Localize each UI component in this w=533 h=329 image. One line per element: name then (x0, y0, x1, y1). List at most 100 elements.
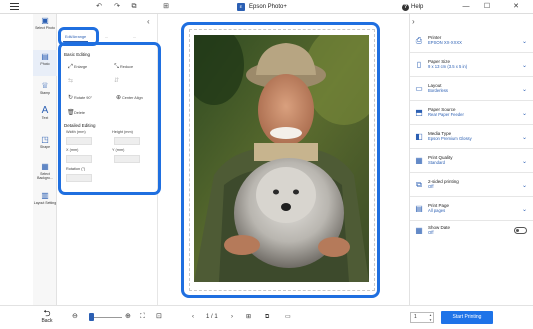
trash-icon: 🗑 (67, 110, 75, 116)
rail-label: Text (41, 116, 49, 120)
rail-photo[interactable]: ▤ Photo (33, 50, 57, 76)
delete-button[interactable]: 🗑Delete (67, 110, 85, 116)
setting-value: 9 x 13 cm (3.5 x 5 in) (428, 64, 468, 69)
duplex-icon: ⧉ (416, 180, 422, 189)
rotation-field[interactable] (66, 174, 92, 182)
rotate-label: Rotate 90° (74, 96, 92, 100)
flip-button[interactable]: ⇆ (67, 78, 74, 84)
tab-third[interactable]: ... (131, 33, 138, 42)
menu-icon[interactable] (10, 3, 19, 10)
rotate-button[interactable]: ↻Rotate 90° (67, 95, 92, 101)
collapse-panel-icon[interactable]: ‹ (147, 17, 150, 26)
add-page-icon[interactable]: ⊞ (246, 313, 251, 321)
paper-size-icon: ▯ (416, 60, 422, 69)
delete-page-icon[interactable]: ▭ (285, 313, 291, 321)
layout-icon: ▥ (41, 191, 49, 200)
x-label: X (mm) (66, 148, 79, 152)
chevron-down-icon: ⌄ (521, 39, 527, 45)
x-field[interactable] (66, 155, 92, 163)
delete-label: Delete (74, 111, 85, 115)
setting-value: Off (428, 230, 434, 235)
close-button[interactable]: ✕ (511, 2, 521, 12)
setting-2-sided[interactable]: ⧉ 2-sided printing Off ⌄ (410, 173, 533, 197)
actual-size-icon[interactable]: ⊡ (156, 313, 162, 321)
stamp-icon: ♕ (41, 81, 49, 90)
prev-page-icon[interactable]: ‹ (192, 313, 194, 321)
rail-label: Layout Setting (33, 201, 57, 205)
print-page-icon: ▤ (415, 204, 423, 213)
chevron-down-icon: ⌄ (521, 87, 527, 93)
reduce-label: Reduce (120, 65, 134, 69)
page-indicator: 1 / 1 (206, 314, 218, 320)
chevron-down-icon: ⌄ (521, 183, 527, 189)
zoom-slider[interactable] (92, 317, 122, 318)
undo-icon[interactable]: ↶ (95, 3, 103, 11)
layout-icon: ▭ (415, 84, 423, 93)
zoom-out-icon[interactable]: ⊖ (72, 313, 78, 321)
shape-icon: ◳ (41, 135, 49, 144)
rail-text[interactable]: A Text (33, 105, 57, 121)
chevron-down-icon: ⌄ (521, 207, 527, 213)
rail-layout[interactable]: ▥ Layout Setting (33, 191, 57, 205)
reduce-button[interactable]: ⤡Reduce (113, 64, 133, 70)
rail-label: Select Backgro... (37, 172, 53, 180)
minimize-button[interactable]: — (461, 2, 471, 12)
printer-icon: ⎙ (415, 36, 423, 45)
setting-print-page[interactable]: ▤ Print Page All pages ⌄ (410, 197, 533, 221)
zoom-in-icon[interactable]: ⊕ (125, 313, 131, 321)
help-button[interactable]: ? Help (402, 3, 423, 11)
collapse-settings-icon[interactable]: › (412, 17, 415, 26)
text-icon: A (41, 105, 49, 116)
show-date-toggle[interactable] (514, 227, 527, 234)
copy-icon[interactable]: ⧉ (130, 3, 138, 11)
enlarge-button[interactable]: ⤢Enlarge (67, 64, 87, 70)
background-icon: ▦ (41, 162, 49, 171)
setting-printer[interactable]: ⎙ Printer EPSON XX-XXXX ⌄ (410, 29, 533, 53)
copies-spinner-icon[interactable]: ▲ ▼ (429, 313, 432, 322)
height-field[interactable] (114, 137, 140, 145)
basic-editing-title: Basic Editing (64, 52, 91, 57)
back-arrow-icon: ⮌ (43, 308, 51, 318)
rail-shape[interactable]: ◳ Shape (33, 135, 57, 149)
rail-select-photo[interactable]: ▣ Select Photo (33, 16, 57, 30)
redo-icon[interactable]: ↷ (113, 3, 121, 11)
setting-value: Off (428, 184, 434, 189)
y-field[interactable] (114, 155, 140, 163)
maximize-button[interactable]: ☐ (482, 2, 492, 12)
photo-select-icon: ▣ (41, 16, 49, 25)
back-button[interactable]: ⮌ Back (38, 308, 56, 324)
photo-icon: ▤ (41, 52, 49, 61)
rail-background[interactable]: ▦ Select Backgro... (33, 162, 57, 180)
setting-paper-size[interactable]: ▯ Paper Size 9 x 13 cm (3.5 x 5 in) ⌄ (410, 53, 533, 77)
setting-value: EPSON XX-XXXX (428, 40, 462, 45)
mirror-button[interactable]: ⇵ (113, 78, 120, 84)
duplicate-page-icon[interactable]: ⧉ (265, 313, 269, 321)
rail-stamp[interactable]: ♕ Stamp (33, 81, 57, 95)
setting-layout[interactable]: ▭ Layout Borderless ⌄ (410, 77, 533, 101)
paper-source-icon: ⬒ (415, 108, 423, 117)
setting-value: All pages (428, 208, 446, 213)
next-page-icon[interactable]: › (231, 313, 233, 321)
tab-second[interactable]: ... (103, 33, 110, 42)
fit-screen-icon[interactable]: ⛶ (140, 313, 145, 321)
height-label: Height (mm) (112, 130, 133, 134)
copies-field[interactable]: 1 ▲ ▼ (410, 312, 434, 323)
rail-label: Select Photo (35, 26, 55, 30)
center-align-button[interactable]: ⊕Center Align (115, 95, 143, 101)
app-logo: E (237, 3, 245, 11)
chevron-down-icon: ⌄ (521, 111, 527, 117)
setting-media-type[interactable]: ◧ Media Type Epson Premium Glossy ⌄ (410, 125, 533, 149)
left-rail: ▣ Select Photo ▤ Photo ♕ Stamp A Text ◳ … (33, 14, 57, 305)
setting-paper-source[interactable]: ⬒ Paper Source Rear Paper Feeder ⌄ (410, 101, 533, 125)
help-label: Help (411, 4, 424, 10)
chevron-down-icon: ⌄ (521, 135, 527, 141)
width-field[interactable] (66, 137, 92, 145)
zoom-slider-thumb[interactable] (89, 313, 94, 321)
copies-value: 1 (414, 314, 417, 320)
grid-icon[interactable]: ⊞ (162, 3, 170, 11)
enlarge-icon: ⤢ (68, 64, 73, 70)
start-printing-button[interactable]: Start Printing (441, 311, 493, 324)
setting-print-quality[interactable]: ▦ Print Quality Standard ⌄ (410, 149, 533, 173)
setting-value: Standard (428, 160, 445, 165)
print-quality-icon: ▦ (415, 156, 423, 165)
